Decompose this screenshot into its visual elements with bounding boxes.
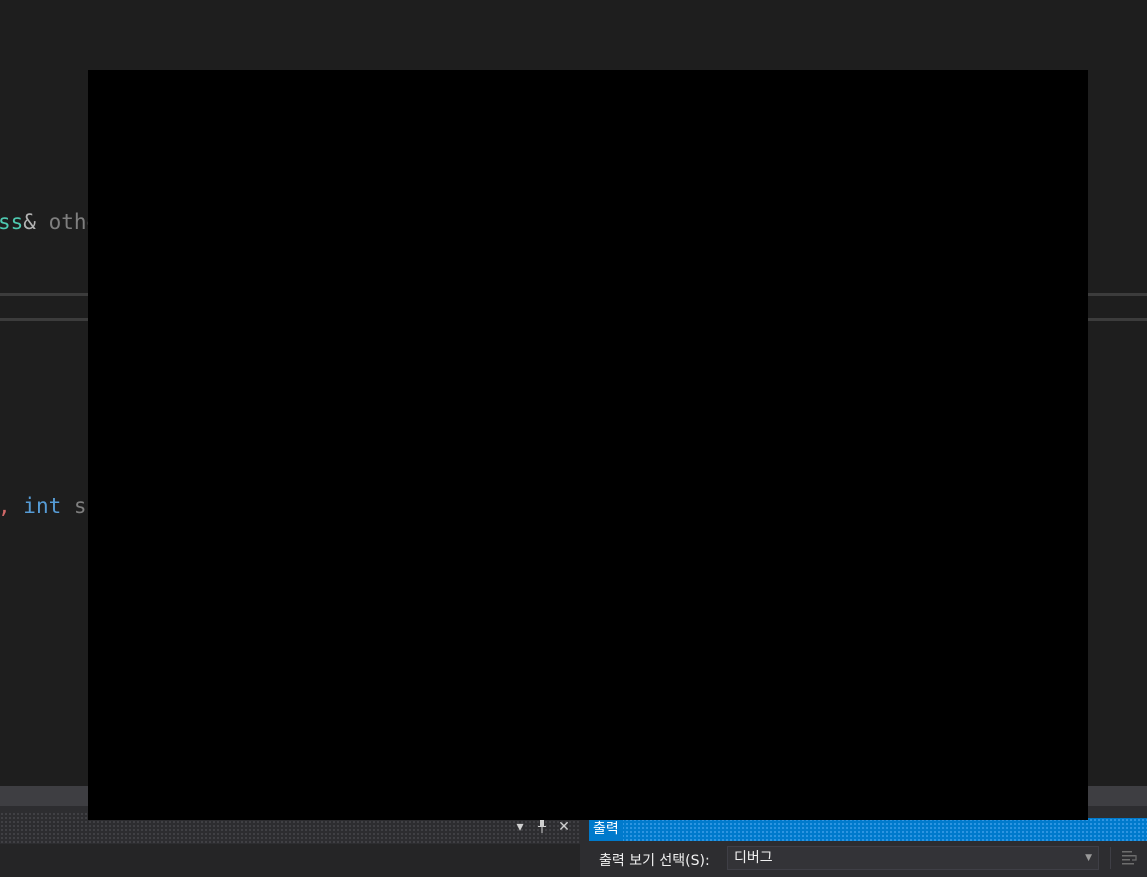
code-token-keyword: int — [10, 494, 62, 518]
code-token-ampersand: & — [23, 210, 36, 234]
panel-tools: ▾ ✕ — [512, 818, 572, 839]
word-wrap-icon-glyph — [1122, 851, 1137, 865]
code-line-copy-constructor: ss& othe — [0, 210, 99, 234]
output-toolbar: 출력 보기 선택(S): 디버그 ▼ — [589, 841, 1147, 877]
ide-window: ss& othe , int sc ▾ ✕ 출력 출력 보기 선택(S): — [0, 0, 1147, 877]
close-icon[interactable]: ✕ — [556, 818, 572, 839]
code-line-constructor-params: , int sc — [0, 494, 99, 518]
pin-icon[interactable] — [534, 818, 550, 839]
pin-icon-glyph — [538, 819, 546, 833]
code-token-type: ss — [0, 210, 24, 234]
output-source-label: 출력 보기 선택(S): — [599, 853, 710, 869]
output-panel-header[interactable]: 출력 — [589, 818, 1147, 841]
word-wrap-icon[interactable] — [1119, 847, 1139, 867]
left-tool-panel: ▾ ✕ — [0, 812, 580, 877]
output-source-dropdown[interactable]: 디버그 ▼ — [727, 846, 1099, 870]
chevron-down-icon: ▼ — [1085, 853, 1092, 863]
dropdown-icon[interactable]: ▾ — [512, 818, 528, 839]
code-token-comma: , — [0, 494, 11, 518]
output-panel-title: 출력 — [589, 818, 623, 841]
output-panel: 출력 출력 보기 선택(S): 디버그 ▼ — [589, 818, 1147, 877]
console-window-overlay[interactable] — [88, 70, 1088, 820]
output-source-value: 디버그 — [734, 850, 773, 866]
toolbar-separator — [1110, 847, 1111, 869]
